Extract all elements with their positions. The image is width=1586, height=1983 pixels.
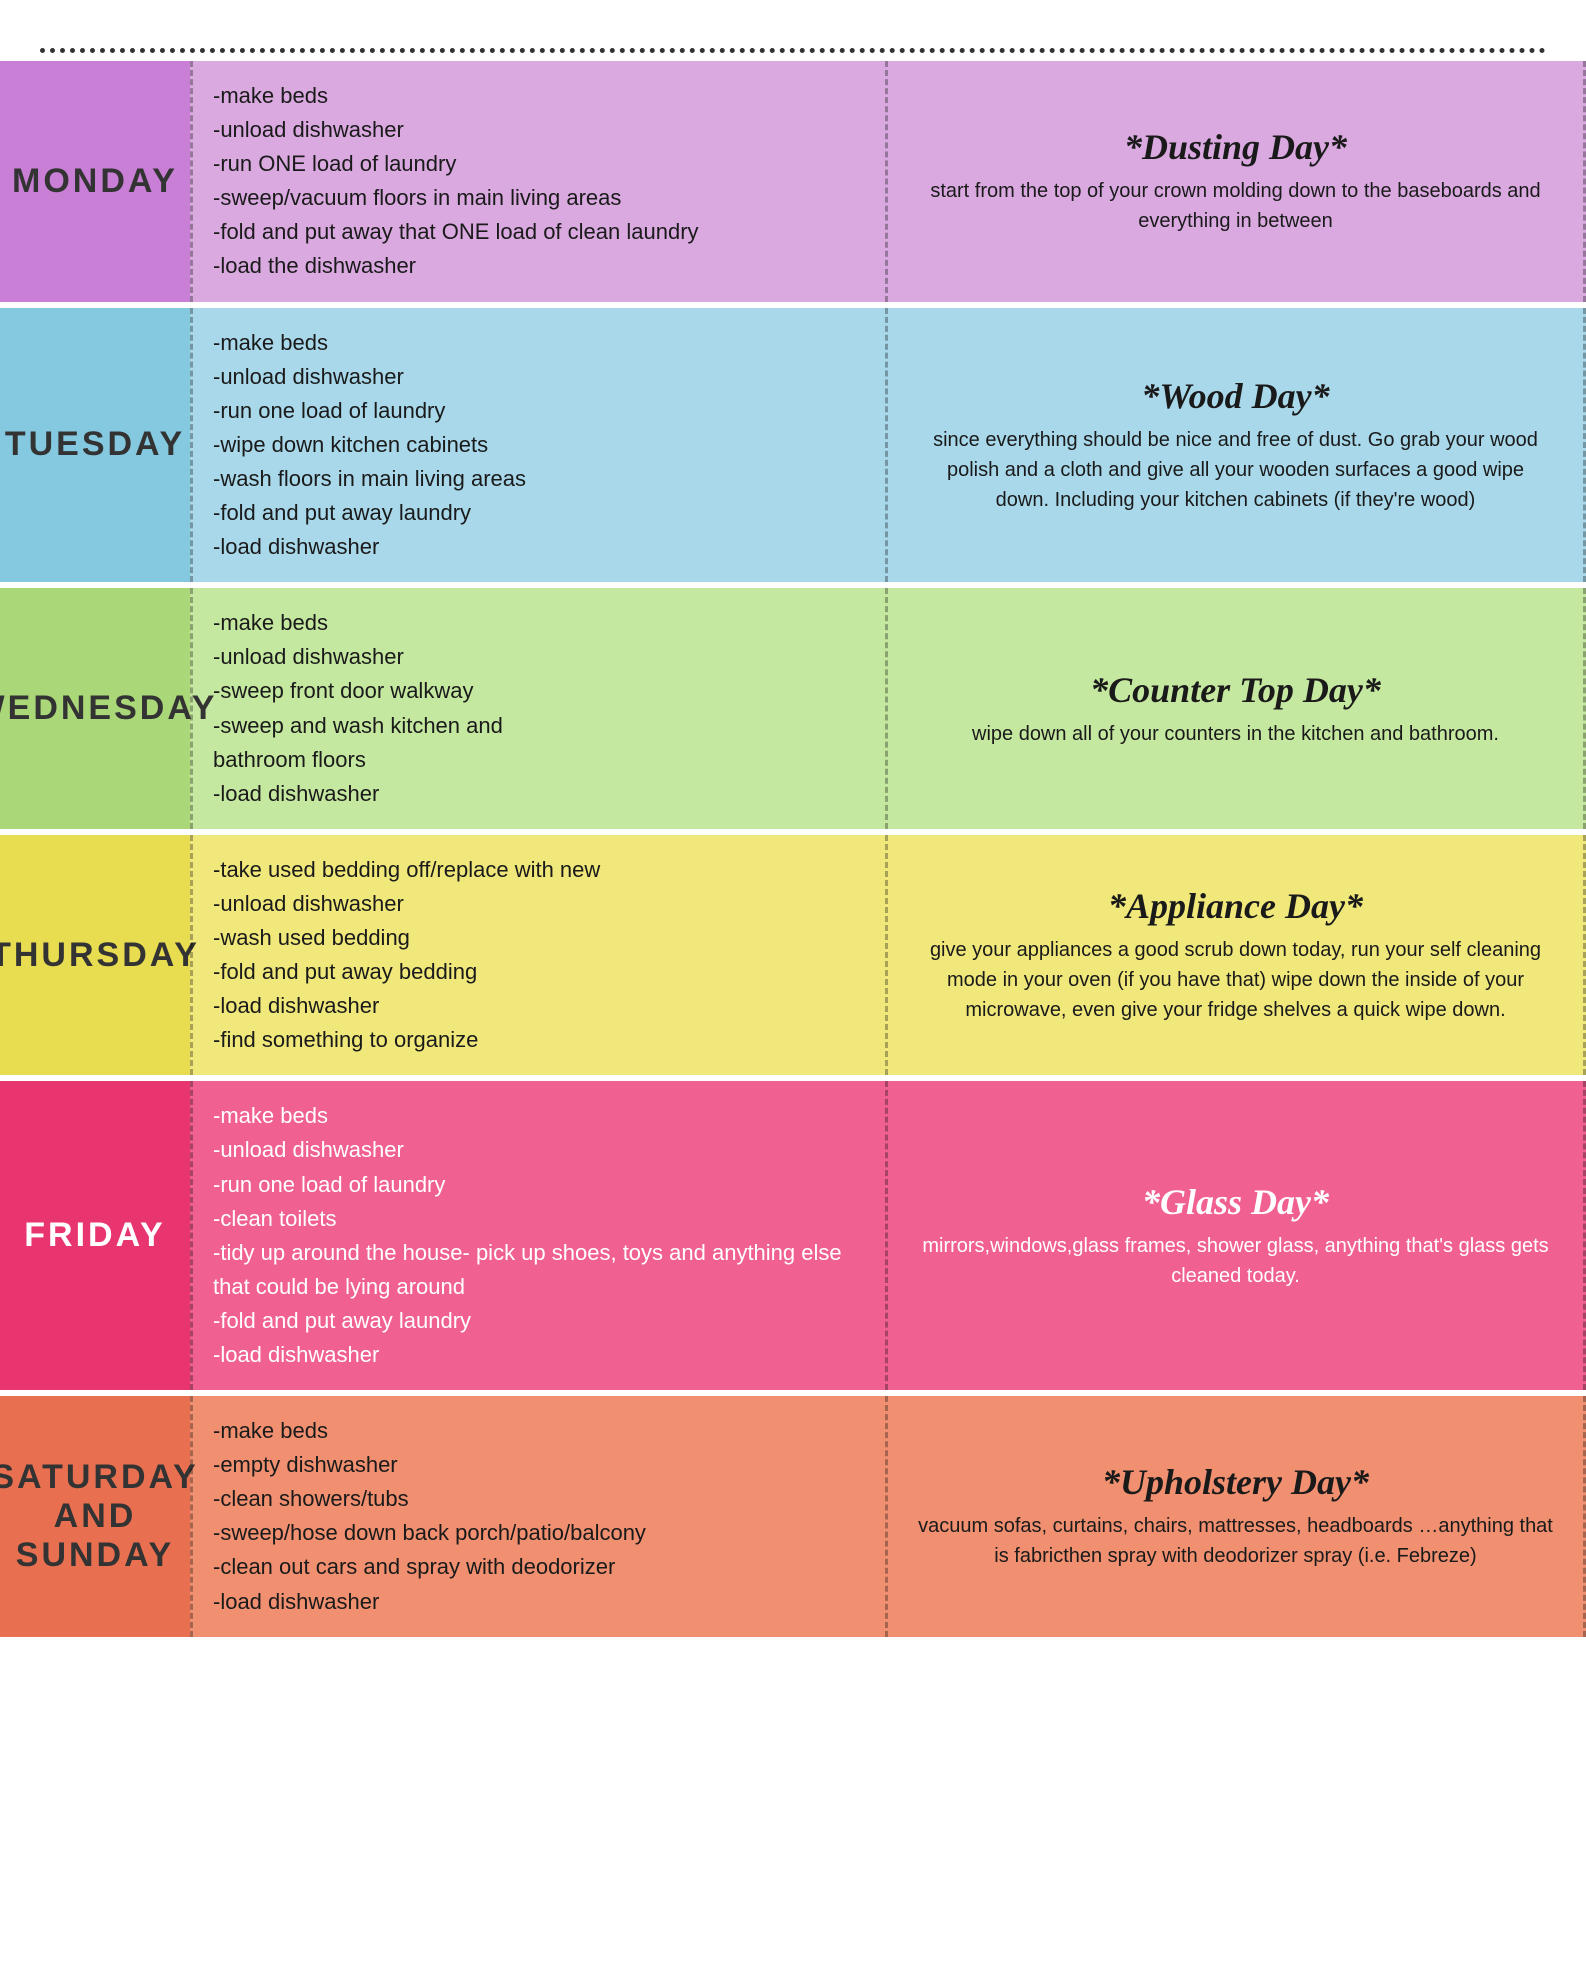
task-item: -unload dishwasher [213, 360, 865, 394]
schedule-grid: MONDAY-make beds-unload dishwasher-run O… [0, 61, 1586, 1643]
day-special-friday: *Glass Day* mirrors,windows,glass frames,… [888, 1081, 1586, 1390]
day-tasks-friday: -make beds-unload dishwasher-run one loa… [190, 1081, 888, 1390]
day-row-wednesday: WEDNESDAY-make beds-unload dishwasher-sw… [0, 588, 1586, 835]
day-special-saturday: *Upholstery Day* vacuum sofas, curtains, … [888, 1396, 1586, 1637]
page: MONDAY-make beds-unload dishwasher-run O… [0, 0, 1586, 1643]
task-item: -unload dishwasher [213, 887, 865, 921]
day-tasks-tuesday: -make beds-unload dishwasher-run one loa… [190, 308, 888, 583]
task-item: -find something to organize [213, 1023, 865, 1057]
task-item: -wash used bedding [213, 921, 865, 955]
day-tasks-monday: -make beds-unload dishwasher-run ONE loa… [190, 61, 888, 302]
task-item: -make beds [213, 326, 865, 360]
special-day-title: *Wood Day* [1141, 375, 1329, 417]
special-day-title: *Dusting Day* [1124, 126, 1347, 168]
special-day-title: *Appliance Day* [1108, 885, 1363, 927]
day-row-tuesday: TUESDAY-make beds-unload dishwasher-run … [0, 308, 1586, 589]
task-item: -fold and put away laundry [213, 496, 865, 530]
task-item: -sweep and wash kitchen and bathroom flo… [213, 709, 865, 777]
day-name-monday: MONDAY [12, 162, 178, 201]
task-item: -make beds [213, 606, 865, 640]
special-day-title: *Glass Day* [1142, 1181, 1329, 1223]
day-label-wednesday: WEDNESDAY [0, 588, 190, 829]
day-tasks-wednesday: -make beds-unload dishwasher-sweep front… [190, 588, 888, 829]
task-item: -sweep/vacuum floors in main living area… [213, 181, 865, 215]
day-label-friday: FRIDAY [0, 1081, 190, 1390]
task-item: -clean showers/tubs [213, 1482, 865, 1516]
day-row-friday: FRIDAY -make beds-unload dishwasher-run o… [0, 1081, 1586, 1396]
task-item: -sweep front door walkway [213, 674, 865, 708]
task-item: -load the dishwasher [213, 249, 865, 283]
task-item: -make beds [213, 1414, 865, 1448]
day-tasks-saturday: -make beds-empty dishwasher-clean shower… [190, 1396, 888, 1637]
special-day-desc: wipe down all of your counters in the ki… [972, 719, 1499, 749]
task-item: -unload dishwasher [213, 113, 865, 147]
task-item: -fold and put away bedding [213, 955, 865, 989]
day-row-monday: MONDAY -make beds-unload dishwasher-run O… [0, 61, 1586, 308]
special-day-desc: since everything should be nice and free… [918, 425, 1553, 515]
day-label-tuesday: TUESDAY [0, 308, 190, 583]
day-name-friday: FRIDAY [24, 1216, 165, 1255]
day-special-monday: *Dusting Day* start from the top of your … [888, 61, 1586, 302]
special-day-desc: give your appliances a good scrub down t… [918, 935, 1553, 1025]
task-item: -load dishwasher [213, 530, 865, 564]
task-item: -run ONE load of laundry [213, 147, 865, 181]
day-special-wednesday: *Counter Top Day* wipe down all of your c… [888, 588, 1586, 829]
task-item: -take used bedding off/replace with new [213, 853, 865, 887]
task-item: -wipe down kitchen cabinets [213, 428, 865, 462]
task-item: -fold and put away that ONE load of clea… [213, 215, 865, 249]
day-name-saturday: SATURDAYANDSUNDAY [0, 1458, 199, 1575]
task-item: -clean toilets [213, 1202, 865, 1236]
day-name-thursday: THURSDAY [0, 936, 200, 975]
special-day-desc: vacuum sofas, curtains, chairs, mattress… [918, 1511, 1553, 1571]
task-item: -unload dishwasher [213, 640, 865, 674]
task-item: -empty dishwasher [213, 1448, 865, 1482]
day-name-wednesday: WEDNESDAY [0, 689, 217, 728]
task-item: -wash floors in main living areas [213, 462, 865, 496]
day-tasks-thursday: -take used bedding off/replace with new-… [190, 835, 888, 1076]
dotted-divider [40, 48, 1546, 53]
task-item: -sweep/hose down back porch/patio/balcon… [213, 1516, 865, 1550]
task-item: -tidy up around the house- pick up shoes… [213, 1236, 865, 1304]
day-special-tuesday: *Wood Day* since everything should be nic… [888, 308, 1586, 583]
special-day-title: *Counter Top Day* [1090, 669, 1381, 711]
task-item: -run one load of laundry [213, 394, 865, 428]
task-item: -run one load of laundry [213, 1168, 865, 1202]
day-label-thursday: THURSDAY [0, 835, 190, 1076]
special-day-desc: start from the top of your crown molding… [918, 176, 1553, 236]
day-label-monday: MONDAY [0, 61, 190, 302]
day-row-saturday: SATURDAYANDSUNDAY-make beds-empty dishwa… [0, 1396, 1586, 1643]
header [0, 0, 1586, 40]
special-day-desc: mirrors,windows,glass frames, shower gla… [918, 1231, 1553, 1291]
day-label-saturday: SATURDAYANDSUNDAY [0, 1396, 190, 1637]
task-item: -make beds [213, 1099, 865, 1133]
task-item: -load dishwasher [213, 1338, 865, 1372]
day-special-thursday: *Appliance Day* give your appliances a go… [888, 835, 1586, 1076]
special-day-title: *Upholstery Day* [1102, 1461, 1369, 1503]
day-row-thursday: THURSDAY-take used bedding off/replace w… [0, 835, 1586, 1082]
task-item: -load dishwasher [213, 1585, 865, 1619]
task-item: -load dishwasher [213, 989, 865, 1023]
task-item: -make beds [213, 79, 865, 113]
task-item: -unload dishwasher [213, 1133, 865, 1167]
task-item: -load dishwasher [213, 777, 865, 811]
task-item: -fold and put away laundry [213, 1304, 865, 1338]
day-name-tuesday: TUESDAY [5, 425, 185, 464]
task-item: -clean out cars and spray with deodorize… [213, 1550, 865, 1584]
